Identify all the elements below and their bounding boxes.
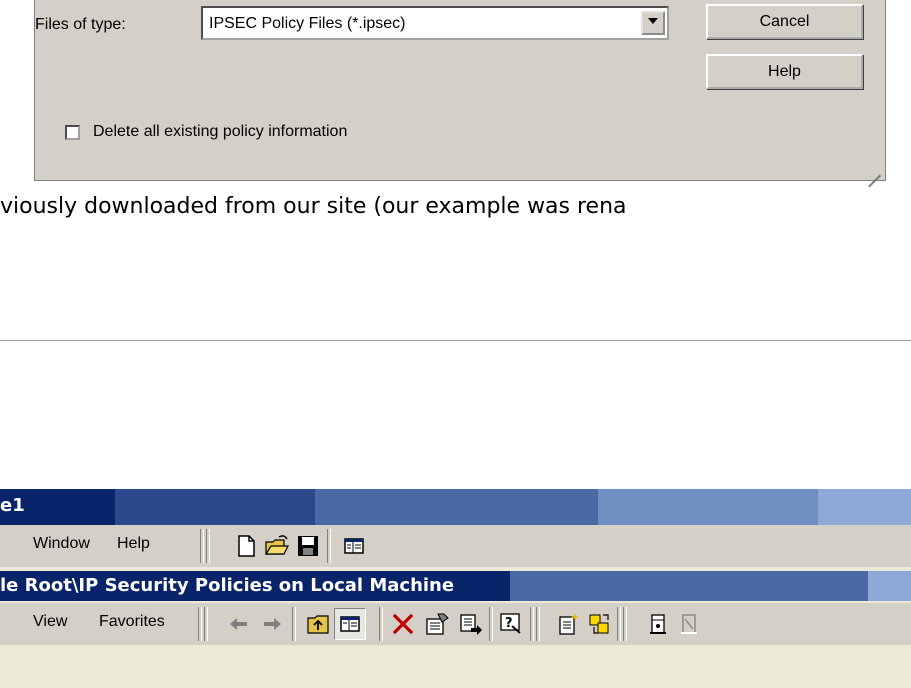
main-menubar: Window Help — [0, 525, 911, 567]
menu-view-label: View — [33, 613, 68, 630]
properties-icon[interactable] — [424, 611, 450, 637]
menu-view[interactable]: View — [33, 613, 67, 631]
article-paragraph: viously downloaded from our site (our ex… — [0, 194, 627, 219]
up-one-level-icon[interactable] — [305, 611, 331, 637]
cancel-button[interactable]: Cancel — [706, 4, 863, 39]
menu-help[interactable]: Help — [117, 535, 150, 553]
divider — [0, 340, 911, 342]
manage-filters-icon[interactable] — [586, 611, 612, 637]
mmc-window: e1 Window Help le Root\IP Security Polic… — [0, 489, 911, 688]
console-toolbar: View Favorites ? — [0, 603, 911, 645]
resize-grip-icon[interactable] — [865, 160, 881, 188]
toolbar-separator — [623, 607, 627, 641]
toolbar-separator — [204, 607, 208, 641]
toolbar-separator — [536, 607, 540, 641]
new-icon[interactable] — [233, 533, 259, 559]
window-titlebar[interactable]: e1 — [0, 489, 911, 525]
unassign-icon[interactable] — [677, 611, 703, 637]
files-of-type-value: IPSEC Policy Files (*.ipsec) — [209, 15, 406, 32]
save-icon[interactable] — [295, 533, 321, 559]
toolbar-separator — [617, 607, 621, 641]
window-title: e1 — [0, 495, 25, 516]
help-button[interactable]: Help — [706, 54, 863, 89]
console-tree-icon[interactable] — [341, 533, 367, 559]
import-policies-dialog: Files of type: IPSEC Policy Files (*.ips… — [34, 0, 886, 188]
svg-text:?: ? — [505, 616, 513, 631]
toolbar-separator — [292, 607, 296, 641]
menu-favorites-label: Favorites — [99, 613, 165, 630]
show-hide-tree-toggle[interactable] — [334, 608, 366, 640]
export-list-icon[interactable] — [458, 611, 484, 637]
toolbar-separator — [327, 529, 331, 563]
toolbar-separator — [200, 529, 204, 563]
files-of-type-dropdown[interactable]: IPSEC Policy Files (*.ipsec) — [201, 6, 669, 40]
show-hide-tree-icon — [340, 616, 360, 632]
toolbar-separator — [198, 607, 202, 641]
console-titlebar[interactable]: le Root\IP Security Policies on Local Ma… — [0, 571, 911, 601]
back-icon[interactable] — [226, 611, 252, 637]
toolbar-separator — [489, 607, 493, 641]
menu-favorites[interactable]: Favorites — [99, 613, 165, 631]
chevron-down-icon — [648, 18, 658, 24]
console-title: le Root\IP Security Policies on Local Ma… — [0, 575, 455, 596]
help-icon[interactable]: ? — [498, 611, 524, 637]
toolbar-separator — [379, 607, 383, 641]
forward-icon[interactable] — [259, 611, 285, 637]
delete-policy-checkbox-label[interactable]: Delete all existing policy information — [93, 123, 347, 141]
assign-icon[interactable] — [646, 611, 672, 637]
menu-window-label: Window — [33, 535, 90, 552]
open-icon[interactable] — [264, 533, 290, 559]
dropdown-arrow-button[interactable] — [641, 11, 665, 35]
toolbar-separator — [206, 529, 210, 563]
delete-icon[interactable] — [390, 611, 416, 637]
menu-window[interactable]: Window — [33, 535, 90, 553]
delete-policy-checkbox[interactable] — [65, 125, 80, 140]
files-of-type-label: Files of type: — [35, 16, 126, 33]
menu-help-label: Help — [117, 535, 150, 552]
create-policy-icon[interactable] — [555, 611, 581, 637]
toolbar-separator — [530, 607, 534, 641]
